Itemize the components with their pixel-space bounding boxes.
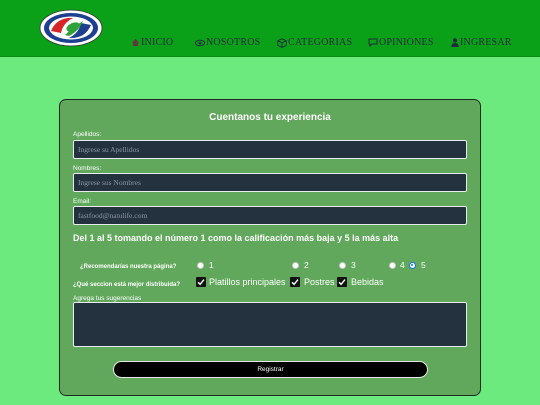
section-label-postres: Postres bbox=[304, 277, 335, 287]
nav-label: CATEGORIAS bbox=[288, 37, 353, 48]
suggestions-label: Agrega tus sugerencias bbox=[73, 295, 142, 302]
nav-categorias[interactable]: CATEGORIAS bbox=[277, 37, 352, 48]
nav-opiniones[interactable]: OPINIONES bbox=[368, 37, 434, 48]
checkmark-icon bbox=[338, 279, 346, 286]
experience-form: Cuentanos tu experiencia Apellidos: Ingr… bbox=[59, 99, 481, 396]
apellidos-label: Apellidos: bbox=[73, 131, 102, 138]
suggestions-textarea[interactable] bbox=[73, 302, 467, 347]
user-icon bbox=[451, 38, 459, 47]
checkmark-icon bbox=[291, 279, 299, 286]
section-label-bebidas: Bebidas bbox=[351, 277, 384, 287]
nav-label: INICIO bbox=[141, 37, 174, 48]
recommend-option-3: 3 bbox=[351, 260, 356, 270]
main-nav: INICIO NOSOTROS CATEGORIAS OPINIONES ING… bbox=[0, 37, 540, 51]
nav-ingresar[interactable]: INGRESAR bbox=[451, 37, 512, 48]
recommend-option-2: 2 bbox=[304, 260, 309, 270]
nombres-input[interactable]: Ingrese sus Nombres bbox=[73, 173, 467, 192]
recommend-radio-2[interactable] bbox=[292, 262, 299, 269]
apellidos-input[interactable]: Ingrese su Apellidos bbox=[73, 140, 467, 159]
nav-inicio[interactable]: INICIO bbox=[131, 37, 173, 48]
nombres-label: Nombres: bbox=[73, 165, 102, 172]
register-button[interactable]: Registrar bbox=[113, 361, 428, 378]
header: INICIO NOSOTROS CATEGORIAS OPINIONES ING… bbox=[0, 0, 540, 57]
recommend-radio-4[interactable] bbox=[389, 262, 396, 269]
recommend-radio-1[interactable] bbox=[197, 262, 204, 269]
box-icon bbox=[277, 37, 287, 48]
chat-icon bbox=[368, 38, 378, 47]
section-checkbox-bebidas[interactable] bbox=[337, 277, 347, 287]
section-label-platillos: Platillos principales bbox=[209, 277, 286, 287]
section-checkbox-postres[interactable] bbox=[290, 277, 300, 287]
recommend-radio-5[interactable] bbox=[409, 262, 416, 269]
nav-nosotros[interactable]: NOSOTROS bbox=[195, 37, 260, 48]
home-icon bbox=[131, 38, 140, 47]
form-title: Cuentanos tu experiencia bbox=[209, 112, 331, 123]
checkmark-icon bbox=[197, 279, 205, 286]
recommend-question: ¿Recomendarías nuestra página? bbox=[80, 264, 177, 270]
recommend-option-5: 5 bbox=[421, 260, 426, 270]
rating-instructions: Del 1 al 5 tomando el número 1 como la c… bbox=[73, 233, 399, 243]
sections-question: ¿Qué seccion está mejor distribuida? bbox=[73, 282, 181, 288]
email-input[interactable]: fastfood@natulife.com bbox=[73, 206, 467, 225]
eye-icon bbox=[195, 39, 205, 46]
email-label: Email: bbox=[73, 198, 92, 205]
recommend-option-4: 4 bbox=[400, 260, 405, 270]
recommend-option-1: 1 bbox=[209, 260, 214, 270]
nav-label: INGRESAR bbox=[460, 37, 512, 48]
section-checkbox-platillos[interactable] bbox=[196, 277, 206, 287]
recommend-radio-3[interactable] bbox=[339, 262, 346, 269]
nav-label: OPINIONES bbox=[379, 37, 434, 48]
nav-label: NOSOTROS bbox=[206, 37, 261, 48]
